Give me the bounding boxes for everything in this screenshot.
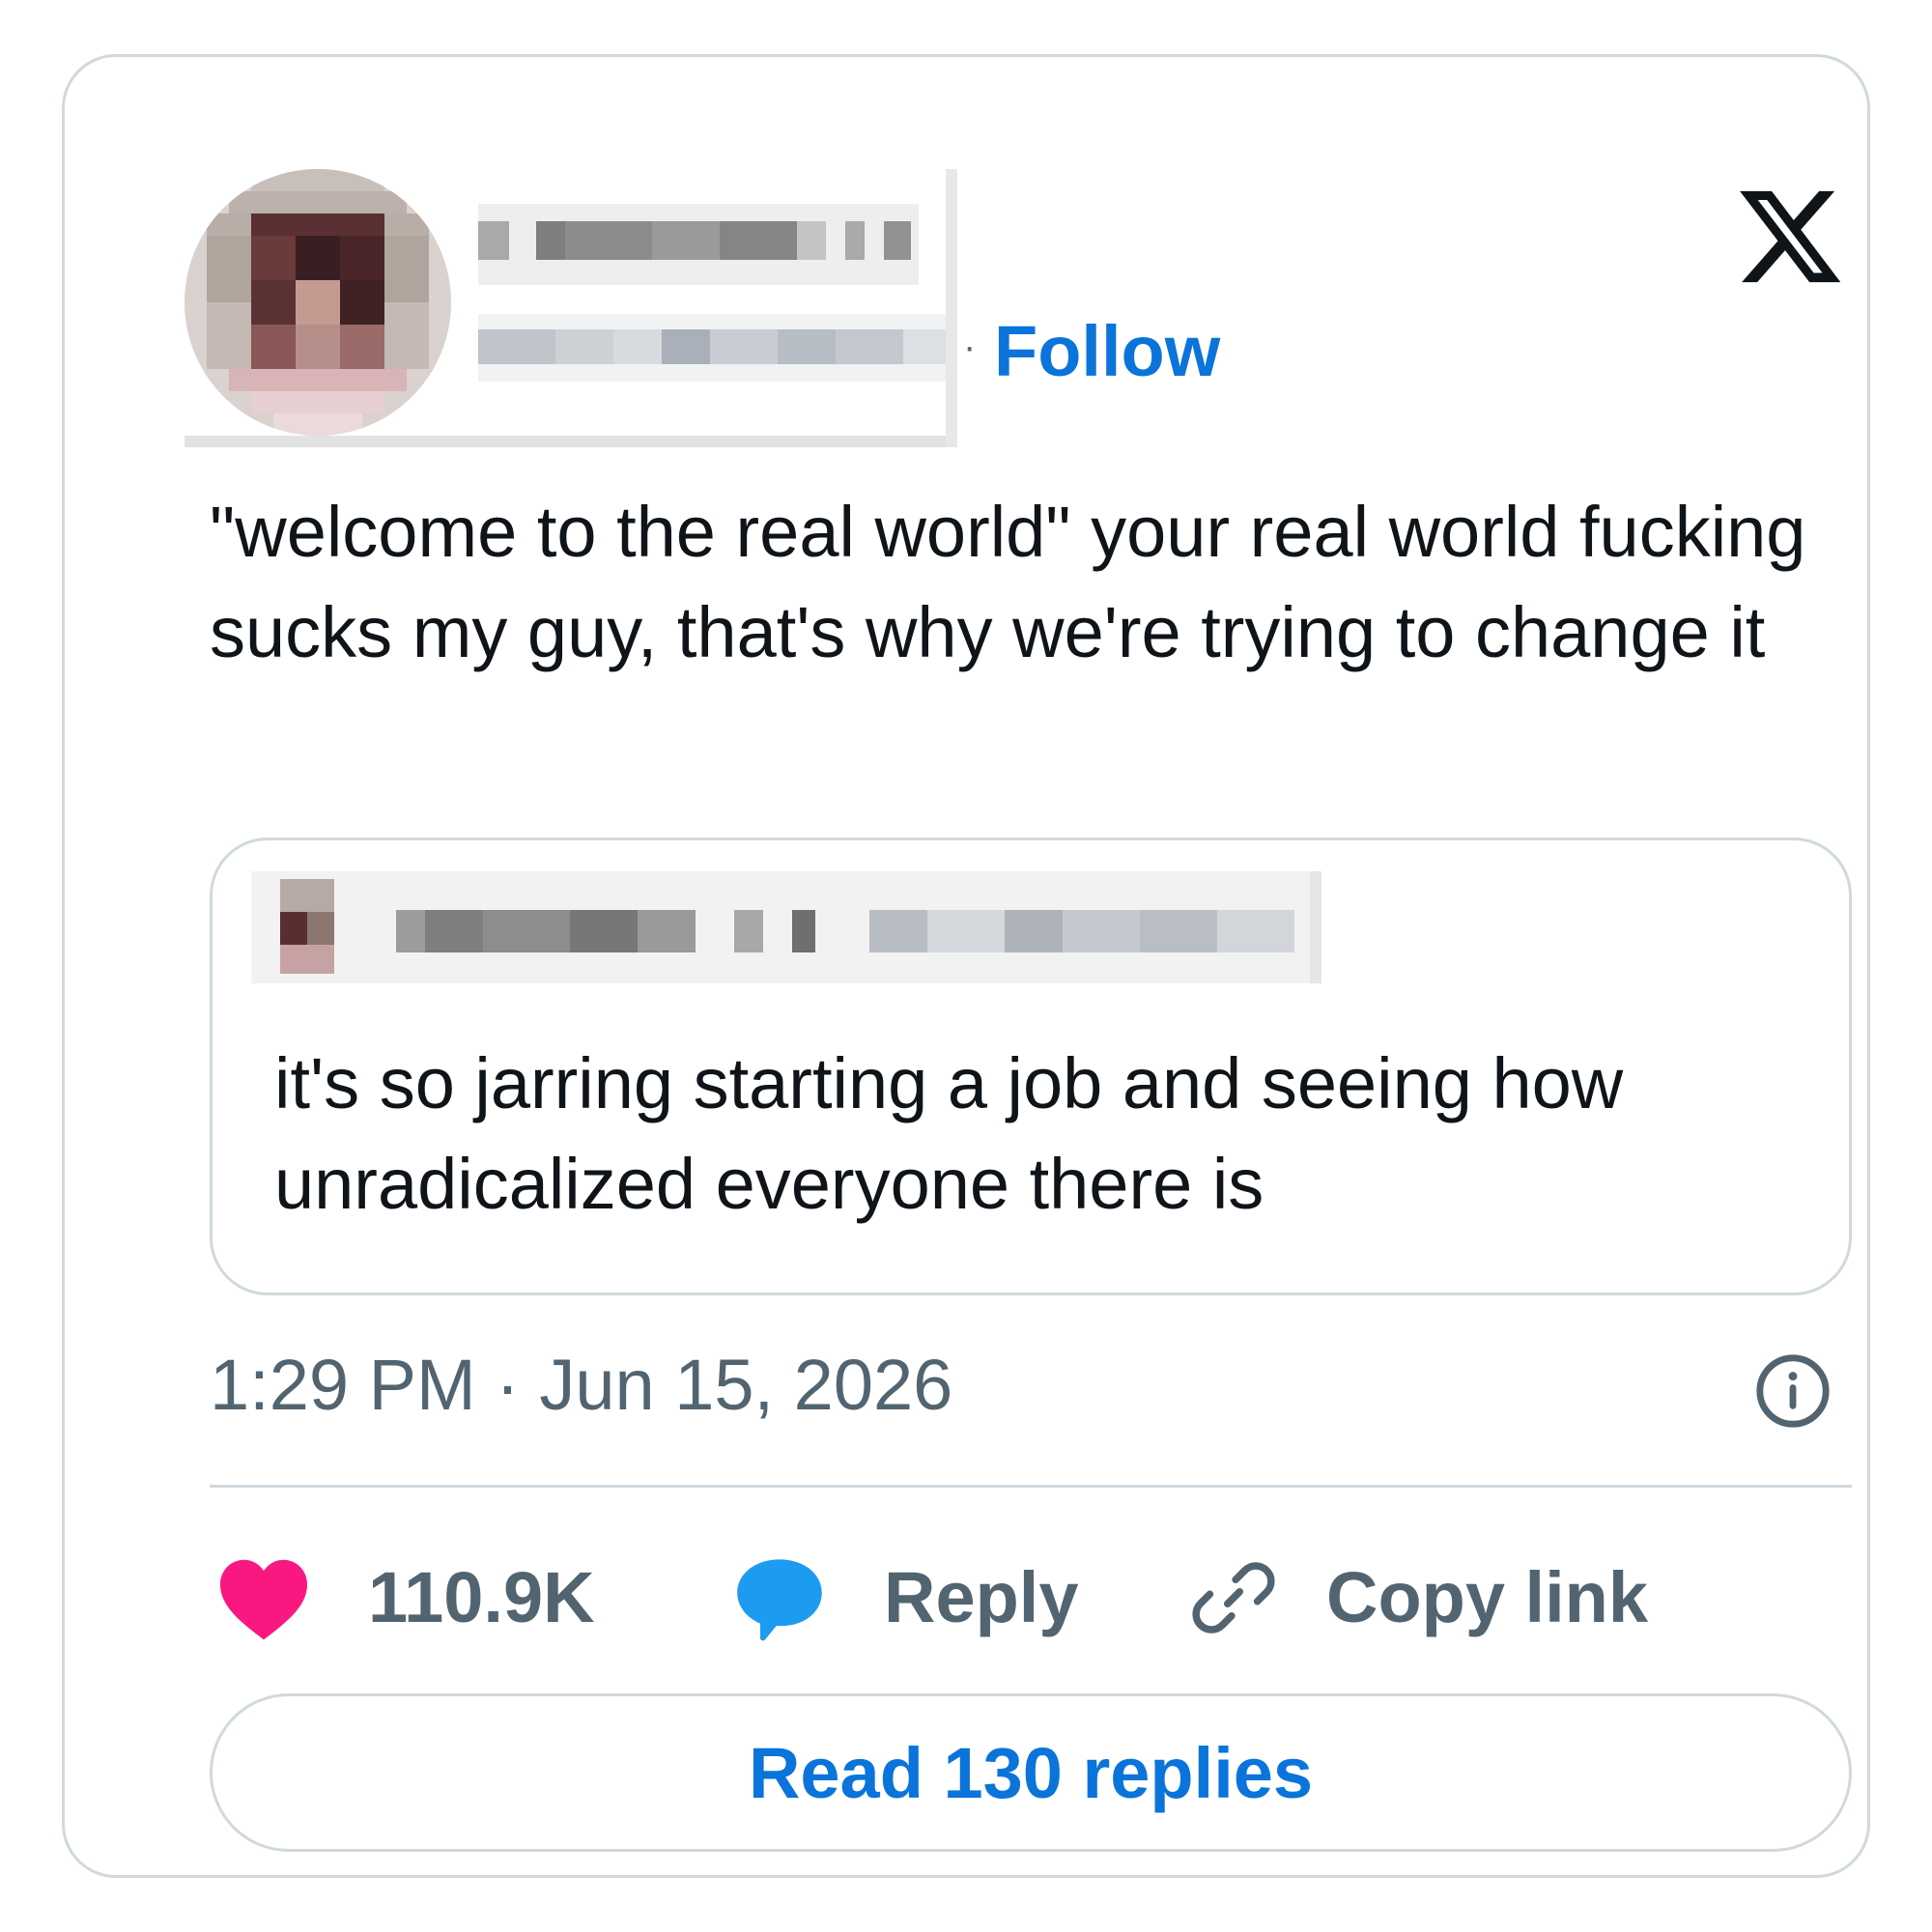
quoted-author-redacted (251, 871, 1321, 983)
x-logo-icon[interactable] (1732, 181, 1848, 293)
avatar-pixelated-icon (185, 169, 451, 436)
divider (210, 1485, 1852, 1488)
read-replies-button[interactable]: Read 130 replies (210, 1693, 1852, 1852)
redaction-edge (185, 436, 957, 447)
tweet-text: "welcome to the real world" your real wo… (210, 492, 1806, 672)
redaction-edge (946, 169, 957, 447)
follow-separator: · (963, 326, 977, 368)
link-icon (1192, 1562, 1275, 1634)
tweet-timestamp[interactable]: 1:29 PM · Jun 15, 2026 (210, 1342, 952, 1429)
author-handle[interactable] (478, 314, 952, 382)
tweet-card: · Follow "welcome to the real world" you… (62, 54, 1870, 1878)
follow-button[interactable]: Follow (994, 310, 1220, 393)
tweet-date[interactable]: Jun 15, 2026 (539, 1345, 952, 1425)
quoted-tweet[interactable]: it's so jarring starting a job and seein… (210, 838, 1852, 1295)
heart-icon (220, 1559, 307, 1640)
timestamp-separator: · (475, 1345, 540, 1425)
copy-link-label: Copy link (1326, 1557, 1649, 1637)
author-avatar[interactable] (185, 169, 451, 436)
reply-bubble-icon (737, 1559, 822, 1641)
reply-label: Reply (884, 1557, 1079, 1637)
like-count: 110.9K (368, 1557, 595, 1637)
like-button[interactable]: 110.9K (215, 1545, 595, 1651)
copy-link-button[interactable]: Copy link (1185, 1545, 1648, 1651)
author-display-name[interactable] (478, 204, 919, 285)
info-icon[interactable] (1753, 1351, 1833, 1431)
reply-button[interactable]: Reply (731, 1545, 1079, 1651)
tweet-time[interactable]: 1:29 PM (210, 1345, 476, 1425)
quoted-tweet-text: it's so jarring starting a job and seein… (274, 1043, 1624, 1224)
